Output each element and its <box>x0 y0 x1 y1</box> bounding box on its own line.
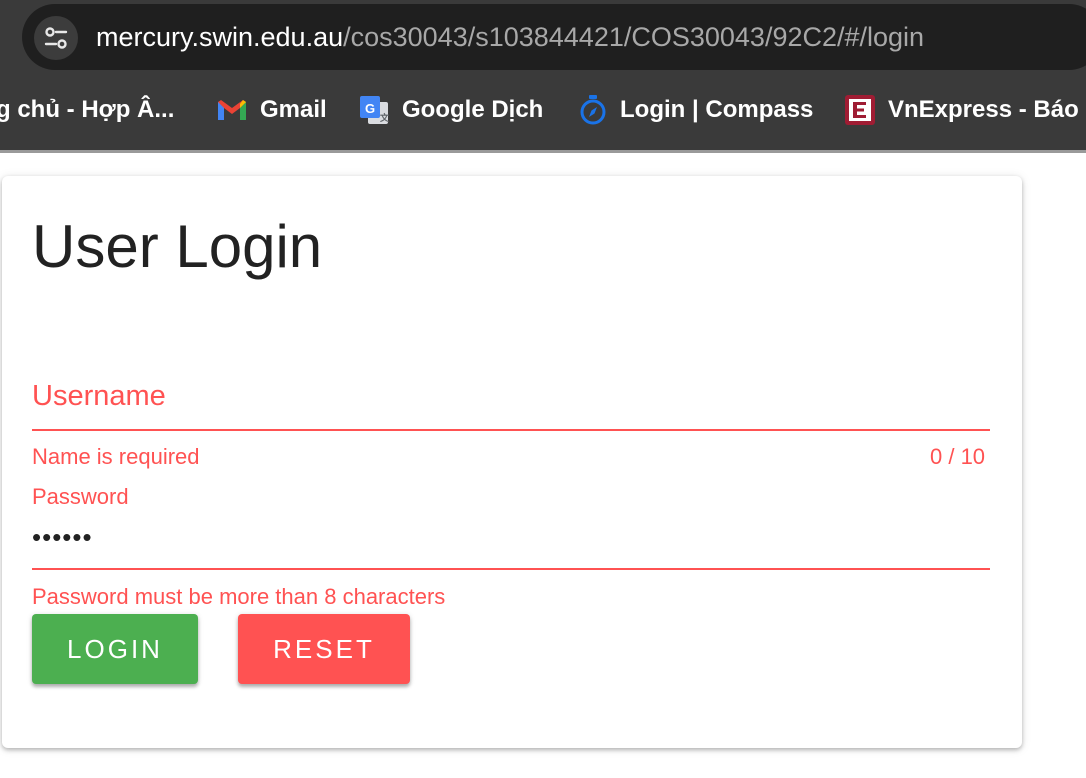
address-bar-row: mercury.swin.edu.au/cos30043/s103844421/… <box>0 0 1086 72</box>
site-info-icon[interactable] <box>34 16 78 60</box>
bookmark-label: Gmail <box>260 96 327 123</box>
username-underline <box>32 429 990 431</box>
bookmark-label: Login | Compass <box>620 96 814 123</box>
bookmark-google-translate[interactable]: G 文 Google Dịch <box>358 86 543 134</box>
bookmark-vnexpress[interactable]: VnExpress - Báo <box>844 86 1079 134</box>
password-error: Password must be more than 8 characters <box>32 584 446 609</box>
google-translate-icon: G 文 <box>358 94 390 126</box>
password-label: Password <box>32 484 129 509</box>
login-card: User Login Username Name is required 0 /… <box>2 176 1022 748</box>
password-underline <box>32 568 990 570</box>
browser-chrome: mercury.swin.edu.au/cos30043/s103844421/… <box>0 0 1086 150</box>
url-path: /cos30043/s103844421/COS30043/92C2/#/log… <box>343 22 925 52</box>
url-domain: mercury.swin.edu.au <box>96 22 344 52</box>
login-button[interactable]: LOGIN <box>32 614 198 684</box>
gmail-icon <box>216 98 248 122</box>
vnexpress-icon <box>844 94 876 126</box>
password-input[interactable]: •••••• <box>32 522 93 553</box>
bookmark-label: Google Dịch <box>402 96 544 123</box>
chrome-divider <box>0 150 1086 153</box>
svg-text:文: 文 <box>379 112 390 124</box>
page-title: User Login <box>32 213 323 280</box>
username-counter: 0 / 10 <box>930 444 986 469</box>
bookmark-label: VnExpress - Báo <box>888 96 1079 123</box>
bookmark-gmail[interactable]: Gmail <box>216 86 327 134</box>
bookmarks-bar: g chủ - Hợp Â... Gmail G 文 Google Dịch L… <box>0 86 1086 136</box>
svg-text:G: G <box>365 101 375 116</box>
compass-icon <box>578 94 608 126</box>
url-text[interactable]: mercury.swin.edu.au/cos30043/s103844421/… <box>96 20 924 54</box>
bookmark-label: g chủ - Hợp Â... <box>0 96 175 123</box>
bookmark-compass[interactable]: Login | Compass <box>578 86 813 134</box>
reset-button[interactable]: RESET <box>238 614 410 684</box>
username-input[interactable] <box>32 386 990 428</box>
username-error: Name is required <box>32 444 200 469</box>
bookmark-home[interactable]: g chủ - Hợp Â... <box>0 86 174 134</box>
